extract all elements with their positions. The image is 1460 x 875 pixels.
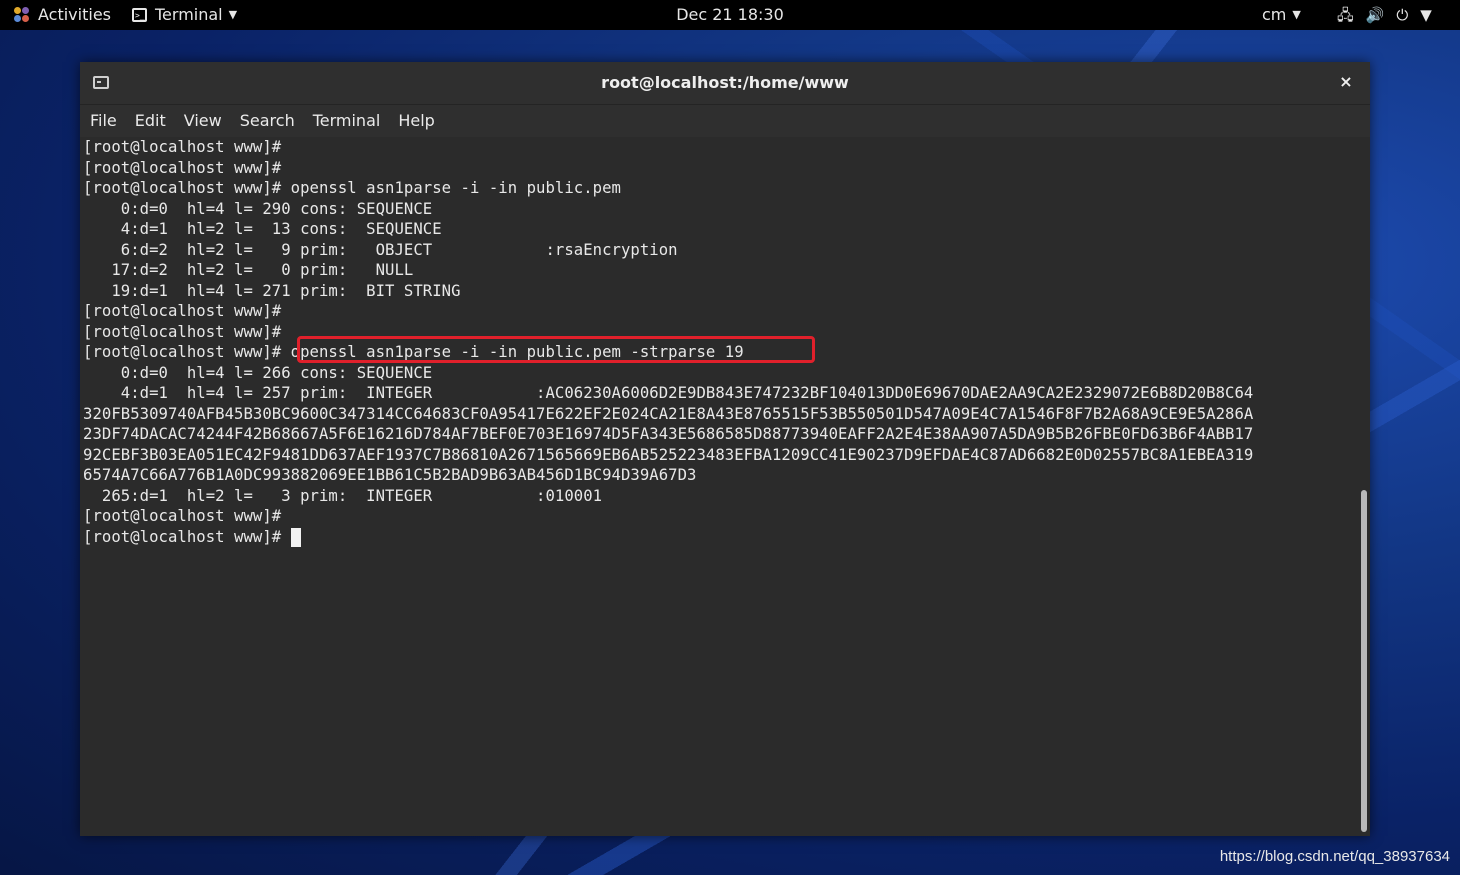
top-bar: Activities >_ Terminal ▼ Dec 21 18:30 cm… (0, 0, 1460, 30)
terminal-line: [root@localhost www]# (83, 507, 282, 525)
terminal-line: 4:d=1 hl=4 l= 257 prim: INTEGER :AC06230… (83, 384, 1254, 402)
menu-file[interactable]: File (80, 105, 126, 137)
scrollbar-thumb[interactable] (1361, 490, 1367, 832)
terminal-line: 23DF74DACAC74244F42B68667A5F6E16216D784A… (83, 425, 1254, 443)
terminal-line: 0:d=0 hl=4 l= 290 cons: SEQUENCE (83, 199, 433, 218)
menu-help[interactable]: Help (389, 105, 443, 137)
terminal-line: [root@localhost www]# openssl asn1parse … (83, 179, 621, 197)
menu-edit[interactable]: Edit (126, 105, 175, 137)
terminal-line: [root@localhost www]# (83, 138, 282, 156)
terminal-line: 0:d=0 hl=4 l= 266 cons: SEQUENCE (83, 363, 433, 382)
terminal-line: 265:d=1 hl=2 l= 3 prim: INTEGER :010001 (83, 486, 603, 505)
watermark-url: https://blog.csdn.net/qq_38937634 (1219, 848, 1450, 865)
system-status-menu[interactable]: 🖧 🔊 ⏻ ▼ (1337, 0, 1444, 30)
input-source-menu[interactable]: cm ▼ (1262, 0, 1301, 30)
terminal-prompt: [root@localhost www]# (83, 527, 291, 546)
window-titlebar[interactable]: root@localhost:/home/www × (80, 62, 1370, 105)
menu-terminal[interactable]: Terminal (304, 105, 390, 137)
terminal-line: 19:d=1 hl=4 l= 271 prim: BIT STRING (83, 281, 461, 300)
terminal-line: [root@localhost www]# (83, 302, 282, 320)
terminal-line: [root@localhost www]# (83, 322, 282, 341)
power-icon: ⏻ (1396, 6, 1409, 24)
terminal-line: 92CEBF3B03EA051EC42F9481DD637AEF1937C7B8… (83, 445, 1254, 464)
scrollbar[interactable] (1358, 137, 1370, 836)
close-button[interactable]: × (1336, 72, 1356, 92)
terminal-output[interactable]: [root@localhost www]# [root@localhost ww… (80, 137, 1358, 836)
network-icon: 🖧 (1337, 6, 1354, 24)
clock[interactable]: Dec 21 18:30 (0, 0, 1460, 30)
menu-view[interactable]: View (175, 105, 231, 137)
text-cursor (290, 527, 301, 547)
terminal-window: root@localhost:/home/www × File Edit Vie… (80, 62, 1370, 836)
terminal-line: 4:d=1 hl=2 l= 13 cons: SEQUENCE (83, 220, 442, 238)
command-highlight-box (297, 336, 815, 363)
terminal-line: 6574A7C66A776B1A0DC993882069EE1BB61C5B2B… (83, 466, 697, 484)
volume-icon: 🔊 (1365, 6, 1385, 24)
chevron-down-icon: ▼ (1292, 8, 1301, 21)
input-source-label: cm (1262, 5, 1287, 24)
terminal-line: 320FB5309740AFB45B30BC9600C347314CC64683… (83, 404, 1254, 423)
terminal-line: [root@localhost www]# (83, 158, 282, 177)
terminal-line: 6:d=2 hl=2 l= 9 prim: OBJECT :rsaEncrypt… (83, 240, 678, 259)
terminal-line: 17:d=2 hl=2 l= 0 prim: NULL (83, 261, 414, 279)
window-title: root@localhost:/home/www (601, 73, 849, 92)
terminal-prompt-line[interactable]: [root@localhost www]# (83, 527, 301, 548)
menu-search[interactable]: Search (231, 105, 304, 137)
menu-bar: File Edit View Search Terminal Help (80, 105, 1370, 137)
clock-label: Dec 21 18:30 (676, 5, 784, 24)
chevron-down-icon: ▼ (1420, 6, 1432, 24)
